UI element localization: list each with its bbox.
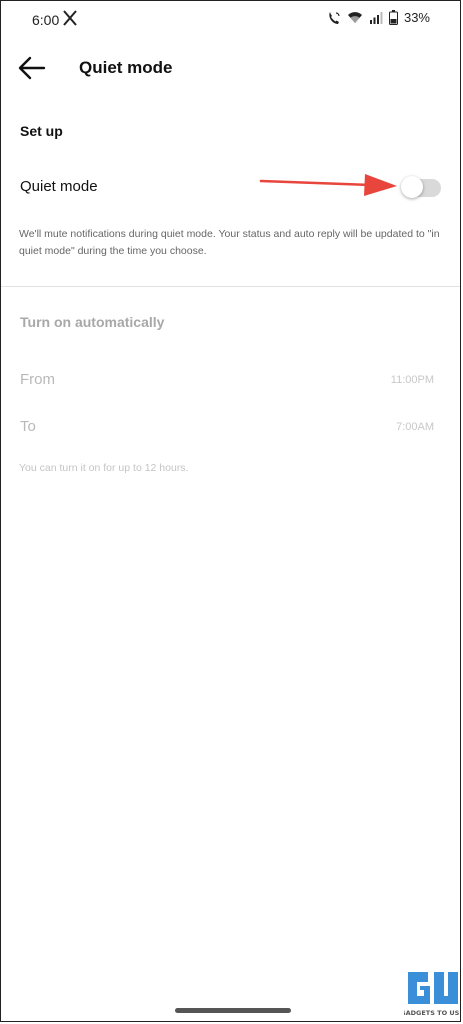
section-divider — [1, 286, 460, 287]
page-title: Quiet mode — [79, 58, 173, 77]
battery-icon — [388, 10, 398, 25]
setup-section-title: Set up — [20, 123, 63, 139]
from-time-value: 11:00PM — [390, 374, 434, 386]
auto-section-title: Turn on automatically — [20, 314, 165, 330]
from-label: From — [20, 371, 55, 388]
status-bar: 6:00 33% — [1, 1, 460, 37]
wifi-calling-icon — [329, 11, 340, 24]
toggle-knob — [401, 176, 423, 198]
wifi-icon — [347, 12, 362, 23]
quiet-mode-description: We'll mute notifications during quiet mo… — [19, 228, 440, 257]
to-time-value: 7:00AM — [396, 421, 434, 433]
signal-icon — [369, 12, 383, 24]
arrow-left-icon[interactable] — [17, 55, 47, 81]
auto-duration-note: You can turn it on for up to 12 hours. — [19, 462, 189, 474]
annotation-arrow-icon — [259, 174, 397, 196]
x-app-icon — [63, 10, 77, 26]
battery-percent: 33% — [403, 10, 430, 25]
app-screen: 6:00 33% Quiet mode Set up Quiet mode We… — [0, 0, 461, 1022]
gadgets-to-use-logo: GADGETS TO USE — [404, 972, 460, 1017]
status-icons: 33% — [327, 10, 430, 25]
quiet-mode-label: Quiet mode — [20, 178, 98, 195]
status-time: 6:00 — [32, 12, 60, 28]
quiet-mode-toggle[interactable] — [401, 176, 441, 198]
top-app-bar: Quiet mode — [1, 45, 460, 93]
watermark-text: GADGETS TO USE — [404, 1009, 460, 1017]
home-indicator[interactable] — [175, 1008, 291, 1013]
to-label: To — [20, 418, 36, 435]
